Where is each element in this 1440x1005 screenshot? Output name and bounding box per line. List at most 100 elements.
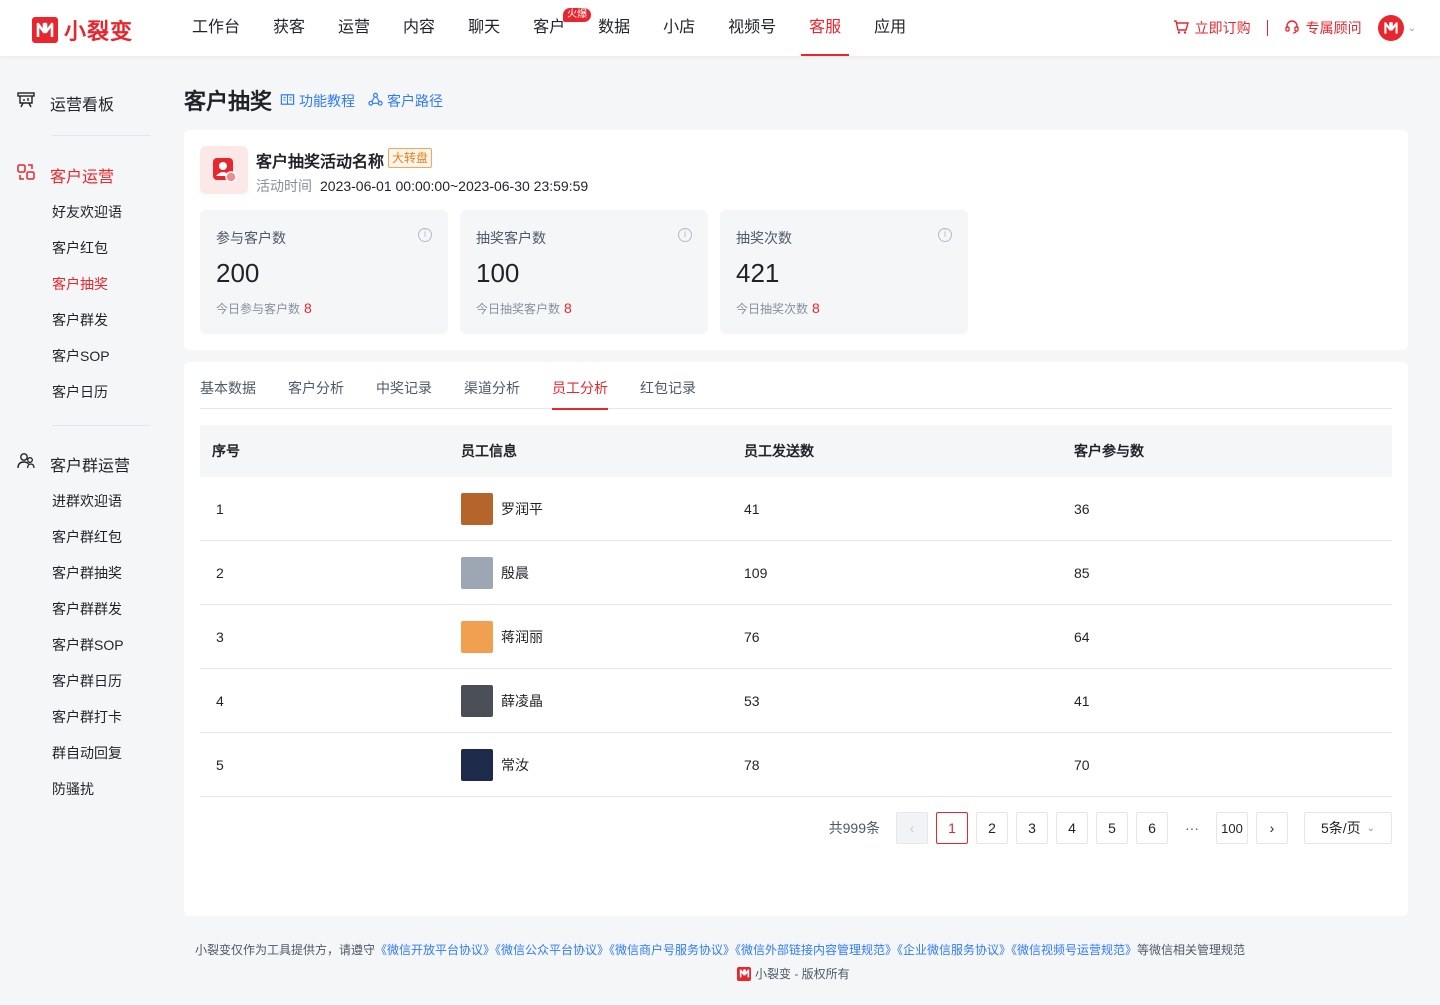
tab-customer-analysis[interactable]: 客户分析: [288, 362, 344, 409]
sidebar-item-group-lottery[interactable]: 客户群抽奖: [52, 563, 122, 583]
stat-card-draw-count: 抽奖次数 i 421 今日抽奖次数 8: [720, 210, 968, 334]
nav-item-data[interactable]: 数据: [598, 0, 630, 56]
sidebar-item-group-redpacket[interactable]: 客户群红包: [52, 527, 122, 547]
customer-path-link[interactable]: 客户路径: [368, 91, 443, 111]
stat-card-participants: 参与客户数 i 200 今日参与客户数 8: [200, 210, 448, 334]
prev-page-button[interactable]: ‹: [896, 812, 928, 844]
page-title: 客户抽奖: [184, 89, 273, 114]
info-icon[interactable]: i: [938, 228, 952, 242]
page-button-2[interactable]: 2: [976, 812, 1008, 844]
path-icon: [368, 92, 383, 110]
cell-joined: 64: [1074, 628, 1090, 645]
tab-channel-analysis[interactable]: 渠道分析: [464, 362, 520, 409]
nav-item-apps[interactable]: 应用: [874, 0, 906, 56]
chevron-down-icon[interactable]: ⌄: [1408, 23, 1416, 34]
footer-link[interactable]: 《微信开放平台协议》: [375, 943, 495, 957]
sidebar-item-customer-lottery[interactable]: 客户抽奖: [52, 274, 108, 294]
stat-label: 抽奖次数: [736, 230, 792, 246]
sidebar-item-group-checkin[interactable]: 客户群打卡: [52, 707, 122, 727]
nav-item-acquire[interactable]: 获客: [273, 0, 305, 56]
stat-card-drawers: 抽奖客户数 i 100 今日抽奖客户数 8: [460, 210, 708, 334]
footer-link[interactable]: 《微信公众平台协议》: [495, 943, 609, 957]
info-icon[interactable]: i: [678, 228, 692, 242]
sidebar-group-customer-ops[interactable]: 客户运营: [16, 162, 114, 187]
sidebar-item-dashboard[interactable]: 运营看板: [16, 90, 114, 115]
headset-icon: [1284, 19, 1300, 38]
nav-item-label: 聊天: [468, 19, 501, 36]
cell-sent: 78: [744, 756, 760, 773]
nav-item-operation[interactable]: 运营: [338, 0, 370, 56]
page-button-last[interactable]: 100: [1216, 812, 1248, 844]
nav-item-label: 运营: [338, 19, 371, 36]
customer-path-label: 客户路径: [387, 93, 443, 109]
nav-item-content[interactable]: 内容: [403, 0, 435, 56]
cell-joined: 70: [1074, 756, 1090, 773]
cell-index: 2: [216, 564, 224, 581]
table-row: 1 罗润平 41 36: [200, 477, 1392, 541]
sidebar-item-anti-harass[interactable]: 防骚扰: [52, 779, 94, 799]
nav-item-workbench[interactable]: 工作台: [192, 0, 240, 56]
order-link[interactable]: 立即订购: [1173, 18, 1251, 38]
tab-redpacket-records[interactable]: 红包记录: [640, 362, 696, 409]
sidebar-item-group-sop[interactable]: 客户群SOP: [52, 635, 124, 655]
cell-staff: 罗润平: [461, 492, 744, 525]
nav-item-chat[interactable]: 聊天: [468, 0, 500, 56]
info-icon[interactable]: i: [418, 228, 432, 242]
activity-time-value: 2023-06-01 00:00:00~2023-06-30 23:59:59: [320, 178, 589, 194]
sidebar-item-group-welcome[interactable]: 进群欢迎语: [52, 491, 122, 511]
page-size-select[interactable]: 5条/页 ⌄: [1304, 812, 1392, 844]
footer-link[interactable]: 《微信商户号服务协议》: [609, 943, 735, 957]
cart-icon: [1173, 19, 1189, 38]
sidebar-item-friend-welcome[interactable]: 好友欢迎语: [52, 202, 122, 222]
sidebar: 运营看板 客户运营 好友欢迎语 客户红包 客户抽奖 客户群发 客户SOP 客户日…: [0, 56, 168, 1005]
nav-item-label: 应用: [874, 19, 907, 36]
col-header-joined: 客户参与数: [1074, 443, 1144, 459]
tutorial-link[interactable]: 功能教程: [280, 91, 355, 111]
activity-name: 客户抽奖活动名称: [256, 154, 385, 171]
tab-winning-records[interactable]: 中奖记录: [376, 362, 432, 409]
next-page-button[interactable]: ›: [1256, 812, 1288, 844]
sidebar-item-customer-sop[interactable]: 客户SOP: [52, 346, 110, 366]
tab-staff-analysis[interactable]: 员工分析: [552, 362, 608, 410]
brand[interactable]: 小裂变: [32, 14, 133, 46]
sidebar-group-label: 客户运营: [50, 168, 115, 186]
page-button-6[interactable]: 6: [1136, 812, 1168, 844]
avatar: [461, 684, 493, 717]
footer-link[interactable]: 《企业微信服务协议》: [897, 943, 1011, 957]
staff-name: 薛凌晶: [501, 692, 543, 709]
pagination-total: 共999条: [828, 820, 880, 836]
sidebar-group-group-ops[interactable]: 客户群运营: [16, 451, 130, 476]
page-button-4[interactable]: 4: [1056, 812, 1088, 844]
footer-link[interactable]: 《微信视频号运营规范》: [1011, 943, 1137, 957]
footer-link[interactable]: 《微信外部链接内容管理规范》: [735, 943, 897, 957]
group-users-icon: [16, 451, 36, 476]
stat-today: 今日参与客户数 8: [216, 300, 312, 317]
page-button-3[interactable]: 3: [1016, 812, 1048, 844]
nav-item-service[interactable]: 客服: [801, 0, 850, 56]
cell-index: 1: [216, 500, 224, 517]
consultant-link[interactable]: 专属顾问: [1284, 18, 1362, 38]
sidebar-item-customer-calendar[interactable]: 客户日历: [52, 382, 108, 402]
cell-index: 3: [216, 628, 224, 645]
page-button-5[interactable]: 5: [1096, 812, 1128, 844]
tab-basic-data[interactable]: 基本数据: [200, 362, 256, 409]
staff-name: 常汝: [501, 756, 529, 773]
sidebar-item-group-autoreply[interactable]: 群自动回复: [52, 743, 122, 763]
footer-suffix: 等微信相关管理规范: [1137, 943, 1246, 957]
staff-name: 罗润平: [501, 500, 543, 517]
user-avatar[interactable]: [1377, 15, 1404, 41]
page-button-1[interactable]: 1: [936, 812, 968, 844]
pagination-ellipsis[interactable]: ···: [1176, 820, 1208, 836]
sidebar-item-group-calendar[interactable]: 客户群日历: [52, 671, 122, 691]
sidebar-item-customer-broadcast[interactable]: 客户群发: [52, 310, 108, 330]
nav-item-label: 获客: [273, 19, 306, 36]
stat-value: 421: [736, 258, 780, 288]
sidebar-item-group-broadcast[interactable]: 客户群群发: [52, 599, 122, 619]
nav-item-channels[interactable]: 视频号: [728, 0, 776, 56]
table-header: 序号 员工信息 员工发送数 客户参与数: [200, 425, 1392, 477]
chevron-down-icon: ⌄: [1366, 822, 1376, 834]
sidebar-item-customer-redpacket[interactable]: 客户红包: [52, 238, 108, 258]
activity-time: 活动时间 2023-06-01 00:00:00~2023-06-30 23:59…: [256, 176, 588, 196]
nav-item-customer[interactable]: 客户 火爆: [533, 0, 592, 56]
nav-item-shop[interactable]: 小店: [663, 0, 695, 56]
